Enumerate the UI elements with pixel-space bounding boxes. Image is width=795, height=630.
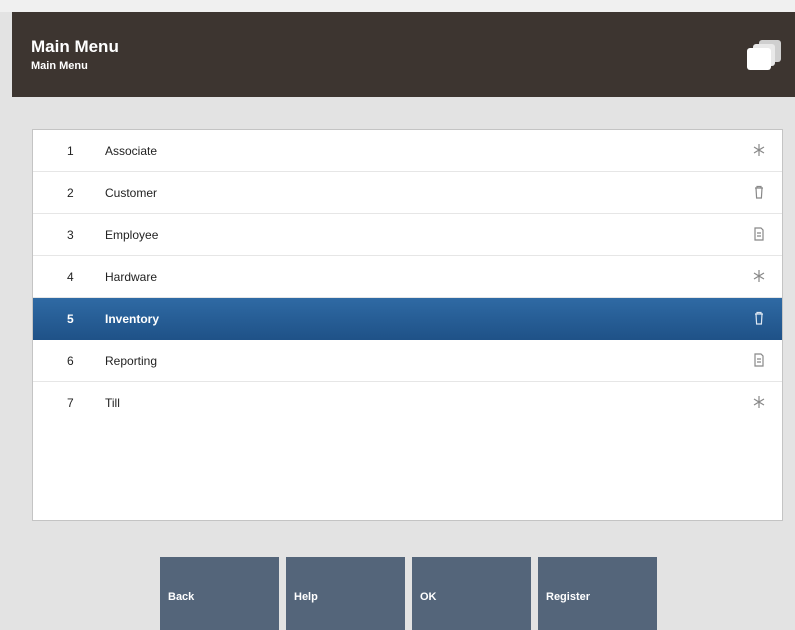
page-title: Main Menu bbox=[31, 37, 119, 56]
menu-item-employee[interactable]: 3 Employee bbox=[33, 214, 782, 256]
sparkle-icon bbox=[753, 396, 765, 408]
menu-item-label: Inventory bbox=[105, 312, 160, 326]
menu-item-number: 4 bbox=[67, 270, 74, 284]
menu-item-till[interactable]: 7 Till bbox=[33, 382, 782, 424]
menu-item-associate[interactable]: 1 Associate bbox=[33, 130, 782, 172]
menu-item-label: Associate bbox=[105, 144, 158, 158]
button-bar: Back Help OK Register bbox=[0, 540, 795, 630]
menu-item-label: Till bbox=[105, 396, 120, 410]
menu-item-hardware[interactable]: 4 Hardware bbox=[33, 256, 782, 298]
menu-item-reporting[interactable]: 6 Reporting bbox=[33, 340, 782, 382]
register-button[interactable]: Register bbox=[538, 557, 657, 630]
ok-button[interactable]: OK bbox=[412, 557, 531, 630]
menu-item-number: 6 bbox=[67, 354, 74, 368]
menu-item-number: 7 bbox=[67, 396, 74, 410]
back-button[interactable]: Back bbox=[160, 557, 279, 630]
menu-item-inventory[interactable]: 5 Inventory bbox=[33, 298, 782, 340]
sparkle-icon bbox=[753, 144, 765, 156]
sparkle-icon bbox=[753, 270, 765, 282]
document-icon bbox=[754, 227, 764, 241]
menu-item-label: Customer bbox=[105, 186, 158, 200]
trash-icon bbox=[755, 185, 763, 199]
menu-list: 1 Associate 2 Customer 3 Employee 4 Hard… bbox=[32, 129, 783, 521]
title-bar: Main Menu Main Menu bbox=[12, 12, 795, 97]
menu-item-number: 2 bbox=[67, 186, 74, 200]
help-button[interactable]: Help bbox=[286, 557, 405, 630]
menu-item-number: 1 bbox=[67, 144, 74, 158]
stacked-papers-icon bbox=[747, 40, 781, 70]
top-strip bbox=[0, 0, 795, 12]
menu-item-number: 5 bbox=[67, 312, 74, 326]
menu-item-customer[interactable]: 2 Customer bbox=[33, 172, 782, 214]
menu-item-label: Employee bbox=[105, 228, 159, 242]
menu-item-label: Hardware bbox=[105, 270, 158, 284]
menu-item-label: Reporting bbox=[105, 354, 158, 368]
menu-item-number: 3 bbox=[67, 228, 74, 242]
trash-icon bbox=[755, 311, 763, 325]
page-subtitle: Main Menu bbox=[31, 60, 88, 72]
document-icon bbox=[754, 353, 764, 367]
